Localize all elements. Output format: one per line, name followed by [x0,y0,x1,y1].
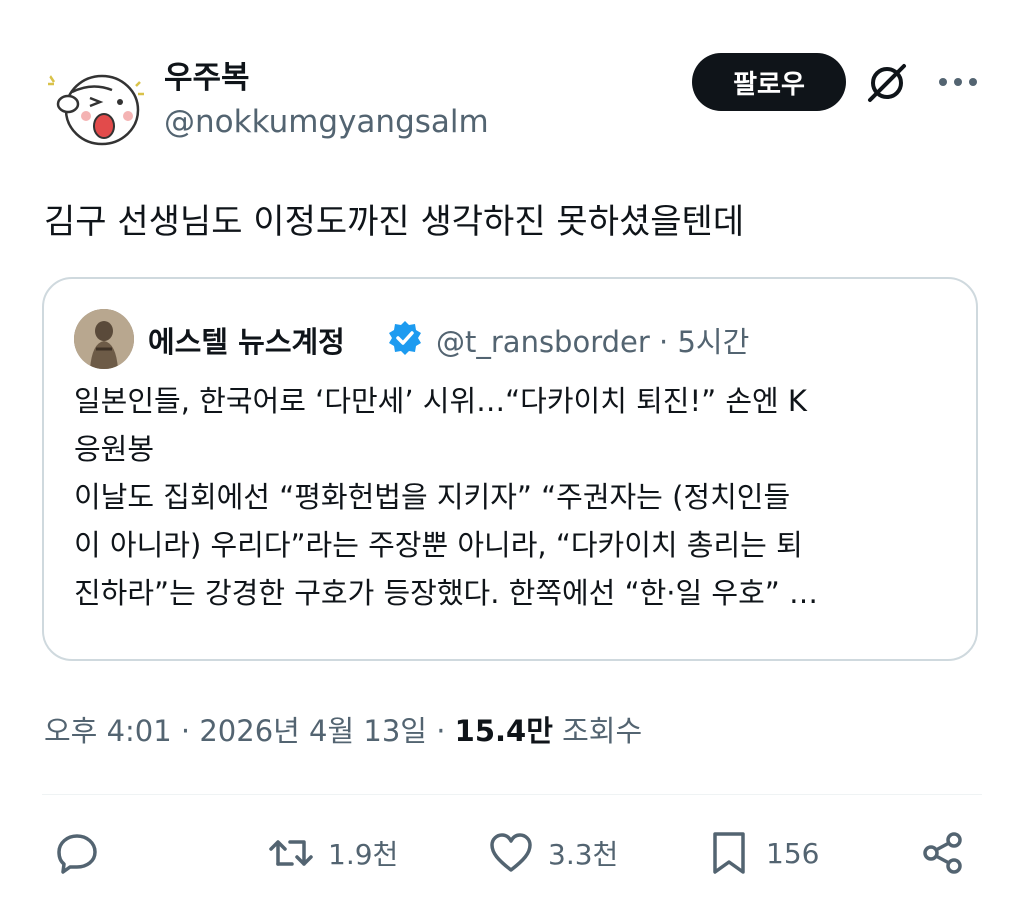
grok-slash-icon[interactable] [862,58,912,108]
quoted-tweet-card[interactable]: 에스텔 뉴스계정 @t_ransborder · 5시간 일본인들, 한국어로 … [42,277,978,661]
heart-icon [490,833,532,872]
quoted-text-line: 일본인들, 한국어로 ‘다만세’ 시위…“다카이치 퇴진!” 손엔 K [74,384,807,418]
author-handle[interactable]: @nokkumgyangsalm [164,104,489,140]
views-count: 15.4만 [454,714,553,748]
verified-badge-icon [386,319,424,357]
reply-button[interactable] [54,830,100,876]
bookmark-icon [713,832,745,874]
views-label: 조회수 [562,714,643,748]
quoted-handle-time: @t_ransborder · 5시간 [436,325,750,359]
tweet-timestamp: 오후 4:01 · 2026년 4월 13일 · 15.4만 조회수 [44,708,642,750]
time-date[interactable]: 오후 4:01 · 2026년 4월 13일 · [44,714,455,748]
quoted-author-name: 에스텔 뉴스계정 [148,325,345,359]
bookmark-button[interactable]: 156 [706,830,819,876]
retweet-count: 1.9천 [328,838,399,871]
retweet-icon [269,840,313,866]
retweet-button[interactable]: 1.9천 [268,830,398,876]
divider [42,794,982,795]
author-display-name[interactable]: 우주복 [164,52,250,97]
more-horizontal-icon[interactable] [936,70,980,94]
follow-button[interactable]: 팔로우 [692,53,846,111]
author-avatar[interactable] [42,52,146,156]
quoted-tweet-text: 일본인들, 한국어로 ‘다만세’ 시위…“다카이치 퇴진!” 손엔 K 응원봉 … [74,377,954,617]
quoted-text-line: 진하라”는 강경한 구호가 등장했다. 한쪽에선 “한·일 우호” … [74,576,818,610]
quoted-text-line: 응원봉 [74,432,155,466]
tweet-text: 김구 선생님도 이정도까진 생각하진 못하셨을텐데 [44,202,745,242]
reply-icon [57,834,97,874]
share-button[interactable] [920,830,966,876]
like-count: 3.3천 [548,838,619,871]
like-button[interactable]: 3.3천 [488,830,618,876]
quoted-text-line: 이날도 집회에선 “평화헌법을 지키자” “주권자는 (정치인들 [74,480,791,514]
quoted-author-avatar [74,309,134,369]
bookmark-count: 156 [766,836,820,870]
quoted-text-line: 이 아니라) 우리다”라는 주장뿐 아니라, “다카이치 총리는 퇴 [74,528,803,562]
share-icon [923,832,962,874]
